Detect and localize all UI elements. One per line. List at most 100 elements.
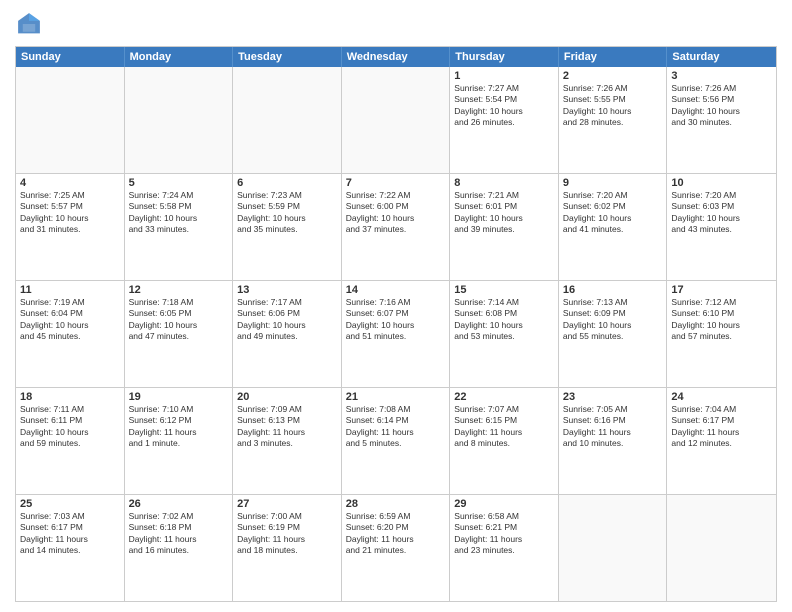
calendar-cell: 12Sunrise: 7:18 AM Sunset: 6:05 PM Dayli…: [125, 281, 234, 387]
calendar-cell: 28Sunrise: 6:59 AM Sunset: 6:20 PM Dayli…: [342, 495, 451, 601]
calendar-cell: 23Sunrise: 7:05 AM Sunset: 6:16 PM Dayli…: [559, 388, 668, 494]
day-number: 15: [454, 284, 554, 296]
day-number: 2: [563, 70, 663, 82]
calendar-row-3: 11Sunrise: 7:19 AM Sunset: 6:04 PM Dayli…: [16, 280, 776, 387]
day-number: 4: [20, 177, 120, 189]
calendar-cell: 16Sunrise: 7:13 AM Sunset: 6:09 PM Dayli…: [559, 281, 668, 387]
day-number: 17: [671, 284, 772, 296]
calendar-cell: [233, 67, 342, 173]
day-info: Sunrise: 7:05 AM Sunset: 6:16 PM Dayligh…: [563, 404, 663, 450]
calendar-cell: 11Sunrise: 7:19 AM Sunset: 6:04 PM Dayli…: [16, 281, 125, 387]
day-info: Sunrise: 7:21 AM Sunset: 6:01 PM Dayligh…: [454, 190, 554, 236]
calendar-cell: 24Sunrise: 7:04 AM Sunset: 6:17 PM Dayli…: [667, 388, 776, 494]
calendar-cell: 13Sunrise: 7:17 AM Sunset: 6:06 PM Dayli…: [233, 281, 342, 387]
calendar-row-4: 18Sunrise: 7:11 AM Sunset: 6:11 PM Dayli…: [16, 387, 776, 494]
day-number: 28: [346, 498, 446, 510]
calendar-cell: 3Sunrise: 7:26 AM Sunset: 5:56 PM Daylig…: [667, 67, 776, 173]
header: [15, 10, 777, 38]
day-info: Sunrise: 7:08 AM Sunset: 6:14 PM Dayligh…: [346, 404, 446, 450]
day-info: Sunrise: 7:26 AM Sunset: 5:56 PM Dayligh…: [671, 83, 772, 129]
logo-icon: [15, 10, 43, 38]
day-info: Sunrise: 7:26 AM Sunset: 5:55 PM Dayligh…: [563, 83, 663, 129]
calendar-cell: [125, 67, 234, 173]
header-day-wednesday: Wednesday: [342, 47, 451, 67]
day-number: 12: [129, 284, 229, 296]
calendar-header: SundayMondayTuesdayWednesdayThursdayFrid…: [16, 47, 776, 67]
day-number: 22: [454, 391, 554, 403]
day-number: 9: [563, 177, 663, 189]
day-info: Sunrise: 7:11 AM Sunset: 6:11 PM Dayligh…: [20, 404, 120, 450]
day-number: 26: [129, 498, 229, 510]
calendar-cell: 19Sunrise: 7:10 AM Sunset: 6:12 PM Dayli…: [125, 388, 234, 494]
day-info: Sunrise: 7:00 AM Sunset: 6:19 PM Dayligh…: [237, 511, 337, 557]
calendar-cell: 25Sunrise: 7:03 AM Sunset: 6:17 PM Dayli…: [16, 495, 125, 601]
header-day-sunday: Sunday: [16, 47, 125, 67]
day-number: 5: [129, 177, 229, 189]
day-info: Sunrise: 7:09 AM Sunset: 6:13 PM Dayligh…: [237, 404, 337, 450]
day-number: 23: [563, 391, 663, 403]
day-info: Sunrise: 7:16 AM Sunset: 6:07 PM Dayligh…: [346, 297, 446, 343]
calendar-cell: 5Sunrise: 7:24 AM Sunset: 5:58 PM Daylig…: [125, 174, 234, 280]
calendar-cell: 26Sunrise: 7:02 AM Sunset: 6:18 PM Dayli…: [125, 495, 234, 601]
day-number: 27: [237, 498, 337, 510]
header-day-friday: Friday: [559, 47, 668, 67]
day-info: Sunrise: 7:03 AM Sunset: 6:17 PM Dayligh…: [20, 511, 120, 557]
calendar-row-2: 4Sunrise: 7:25 AM Sunset: 5:57 PM Daylig…: [16, 173, 776, 280]
day-number: 1: [454, 70, 554, 82]
day-info: Sunrise: 7:13 AM Sunset: 6:09 PM Dayligh…: [563, 297, 663, 343]
calendar-row-1: 1Sunrise: 7:27 AM Sunset: 5:54 PM Daylig…: [16, 67, 776, 173]
day-number: 25: [20, 498, 120, 510]
day-info: Sunrise: 7:07 AM Sunset: 6:15 PM Dayligh…: [454, 404, 554, 450]
day-info: Sunrise: 7:20 AM Sunset: 6:02 PM Dayligh…: [563, 190, 663, 236]
calendar-cell: 9Sunrise: 7:20 AM Sunset: 6:02 PM Daylig…: [559, 174, 668, 280]
calendar-cell: 6Sunrise: 7:23 AM Sunset: 5:59 PM Daylig…: [233, 174, 342, 280]
day-number: 8: [454, 177, 554, 189]
page: SundayMondayTuesdayWednesdayThursdayFrid…: [0, 0, 792, 612]
header-day-thursday: Thursday: [450, 47, 559, 67]
day-info: Sunrise: 7:18 AM Sunset: 6:05 PM Dayligh…: [129, 297, 229, 343]
day-info: Sunrise: 7:12 AM Sunset: 6:10 PM Dayligh…: [671, 297, 772, 343]
calendar-cell: 21Sunrise: 7:08 AM Sunset: 6:14 PM Dayli…: [342, 388, 451, 494]
calendar-cell: [559, 495, 668, 601]
calendar-cell: 29Sunrise: 6:58 AM Sunset: 6:21 PM Dayli…: [450, 495, 559, 601]
calendar-row-5: 25Sunrise: 7:03 AM Sunset: 6:17 PM Dayli…: [16, 494, 776, 601]
calendar-cell: 18Sunrise: 7:11 AM Sunset: 6:11 PM Dayli…: [16, 388, 125, 494]
header-day-saturday: Saturday: [667, 47, 776, 67]
calendar-cell: 27Sunrise: 7:00 AM Sunset: 6:19 PM Dayli…: [233, 495, 342, 601]
calendar-cell: 10Sunrise: 7:20 AM Sunset: 6:03 PM Dayli…: [667, 174, 776, 280]
day-number: 13: [237, 284, 337, 296]
calendar-cell: 8Sunrise: 7:21 AM Sunset: 6:01 PM Daylig…: [450, 174, 559, 280]
day-info: Sunrise: 7:10 AM Sunset: 6:12 PM Dayligh…: [129, 404, 229, 450]
calendar-cell: 17Sunrise: 7:12 AM Sunset: 6:10 PM Dayli…: [667, 281, 776, 387]
calendar-cell: [667, 495, 776, 601]
day-info: Sunrise: 6:58 AM Sunset: 6:21 PM Dayligh…: [454, 511, 554, 557]
calendar-cell: 4Sunrise: 7:25 AM Sunset: 5:57 PM Daylig…: [16, 174, 125, 280]
day-info: Sunrise: 6:59 AM Sunset: 6:20 PM Dayligh…: [346, 511, 446, 557]
day-number: 11: [20, 284, 120, 296]
day-number: 16: [563, 284, 663, 296]
calendar-cell: 20Sunrise: 7:09 AM Sunset: 6:13 PM Dayli…: [233, 388, 342, 494]
calendar-cell: 15Sunrise: 7:14 AM Sunset: 6:08 PM Dayli…: [450, 281, 559, 387]
day-info: Sunrise: 7:24 AM Sunset: 5:58 PM Dayligh…: [129, 190, 229, 236]
day-number: 19: [129, 391, 229, 403]
day-info: Sunrise: 7:27 AM Sunset: 5:54 PM Dayligh…: [454, 83, 554, 129]
day-number: 18: [20, 391, 120, 403]
calendar-cell: 7Sunrise: 7:22 AM Sunset: 6:00 PM Daylig…: [342, 174, 451, 280]
day-number: 21: [346, 391, 446, 403]
header-day-tuesday: Tuesday: [233, 47, 342, 67]
calendar-cell: 2Sunrise: 7:26 AM Sunset: 5:55 PM Daylig…: [559, 67, 668, 173]
calendar-cell: 14Sunrise: 7:16 AM Sunset: 6:07 PM Dayli…: [342, 281, 451, 387]
day-number: 7: [346, 177, 446, 189]
day-number: 3: [671, 70, 772, 82]
header-day-monday: Monday: [125, 47, 234, 67]
day-number: 20: [237, 391, 337, 403]
calendar-cell: [16, 67, 125, 173]
calendar-cell: 22Sunrise: 7:07 AM Sunset: 6:15 PM Dayli…: [450, 388, 559, 494]
day-number: 14: [346, 284, 446, 296]
day-info: Sunrise: 7:02 AM Sunset: 6:18 PM Dayligh…: [129, 511, 229, 557]
calendar-body: 1Sunrise: 7:27 AM Sunset: 5:54 PM Daylig…: [16, 67, 776, 601]
calendar-cell: [342, 67, 451, 173]
day-info: Sunrise: 7:23 AM Sunset: 5:59 PM Dayligh…: [237, 190, 337, 236]
day-number: 29: [454, 498, 554, 510]
day-info: Sunrise: 7:25 AM Sunset: 5:57 PM Dayligh…: [20, 190, 120, 236]
